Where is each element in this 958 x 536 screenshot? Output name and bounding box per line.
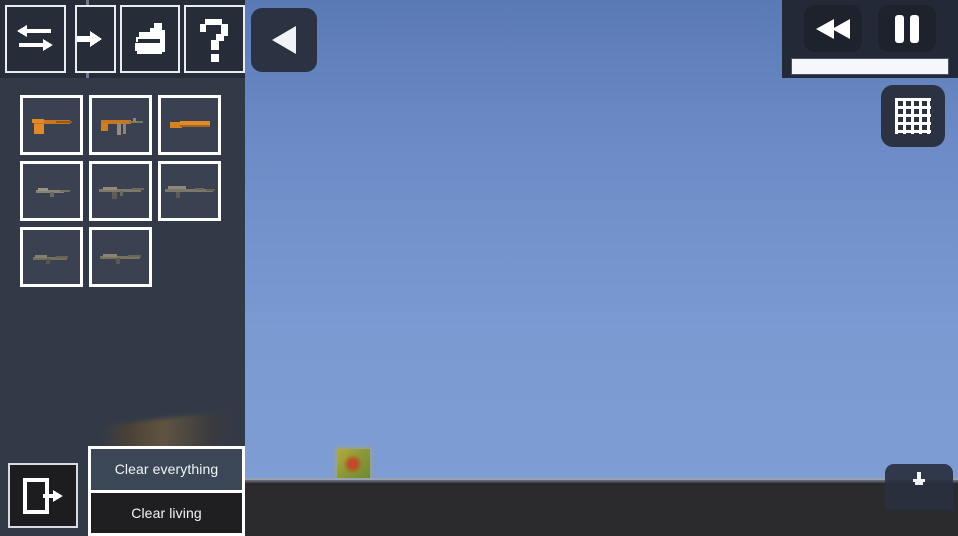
toolbar-button-swap[interactable] xyxy=(5,5,66,73)
item-slot-pistol[interactable] xyxy=(20,95,83,155)
playback-controls-bar xyxy=(782,0,958,78)
pause-button[interactable] xyxy=(878,5,936,52)
item-slot-smg[interactable] xyxy=(89,95,152,155)
sidebar-toolbar xyxy=(0,0,245,78)
weapon-shotgun-icon xyxy=(32,255,68,264)
item-slot-shotgun[interactable] xyxy=(20,227,83,287)
clear-living-button[interactable]: Clear living xyxy=(91,492,242,533)
arrow-right-icon xyxy=(76,31,103,47)
clear-buttons-panel: Clear everything Clear living xyxy=(88,446,245,536)
left-sidebar: Clear everything Clear living xyxy=(0,0,245,536)
npc-figure-icon xyxy=(135,23,166,54)
toolbar-button-spawn-npc[interactable] xyxy=(119,5,181,73)
weapon-sawed-off-icon xyxy=(169,121,210,128)
playback-progress-slider[interactable] xyxy=(791,58,949,75)
item-slot-carbine[interactable] xyxy=(20,161,83,221)
weapon-smg-icon xyxy=(100,118,143,135)
clear-everything-button[interactable]: Clear everything xyxy=(91,449,242,490)
toolbar-button-next[interactable] xyxy=(74,5,116,73)
pause-icon xyxy=(895,14,919,43)
weapon-sniper-rifle-icon xyxy=(164,186,215,198)
playback-progress-fill xyxy=(792,59,948,74)
playback-buttons-row xyxy=(804,5,936,52)
weapon-item-grid xyxy=(20,95,230,287)
grid-toggle-button[interactable] xyxy=(881,85,945,147)
item-slot-sawed-off[interactable] xyxy=(158,95,221,155)
swap-arrows-icon xyxy=(17,25,54,51)
exit-door-icon xyxy=(23,477,63,514)
rewind-button[interactable] xyxy=(804,5,862,52)
item-slot-assault-rifle[interactable] xyxy=(89,161,152,221)
world-object-dropped-crate[interactable] xyxy=(337,449,370,478)
weapon-carbine-icon xyxy=(35,188,70,197)
spawn-panel-button[interactable] xyxy=(885,464,953,510)
grid-icon xyxy=(895,98,931,134)
collapse-panel-button[interactable] xyxy=(251,8,317,72)
exit-button[interactable] xyxy=(8,463,78,528)
weapon-assault-rifle-icon xyxy=(98,187,144,199)
weapon-battle-rifle-icon xyxy=(99,254,141,264)
person-down-icon xyxy=(913,472,925,485)
question-mark-icon xyxy=(199,19,228,62)
item-slot-battle-rifle[interactable] xyxy=(89,227,152,287)
weapon-pistol-icon xyxy=(31,119,72,134)
item-slot-sniper-rifle[interactable] xyxy=(158,161,221,221)
toolbar-button-help[interactable] xyxy=(184,5,245,73)
rewind-icon xyxy=(816,18,850,39)
triangle-left-icon xyxy=(272,26,296,54)
